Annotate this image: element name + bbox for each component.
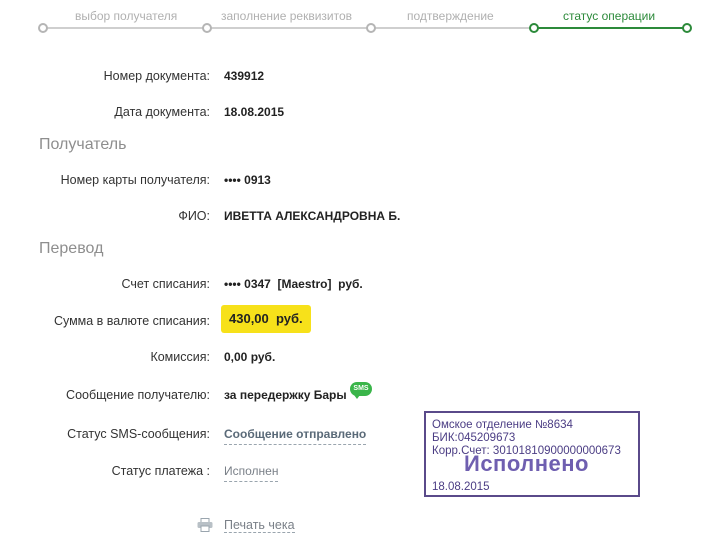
document-date-row: Дата документа: 18.08.2015 <box>0 102 721 122</box>
recipient-card-row: Номер карты получателя: •••• 0913 <box>0 170 721 190</box>
debit-account-row: Счет списания: •••• 0347 [Maestro] руб. <box>0 274 721 294</box>
step-dot <box>366 23 376 33</box>
recipient-card-label: Номер карты получателя: <box>60 173 210 187</box>
amount-label: Сумма в валюте списания: <box>53 314 210 328</box>
recipient-name-label: ФИО: <box>178 209 210 223</box>
stamp-date: 18.08.2015 <box>432 481 490 493</box>
recipient-card-value: •••• 0913 <box>224 173 271 187</box>
message-value: за передержку Бары <box>224 388 347 402</box>
recipient-section-title: Получатель <box>39 136 127 153</box>
sms-status-label: Статус SMS-сообщения: <box>67 427 210 441</box>
stamp-bik: БИК:045209673 <box>432 432 516 444</box>
document-number-row: Номер документа: 439912 <box>0 66 721 86</box>
message-label: Сообщение получателю: <box>66 388 210 402</box>
progress-track <box>43 27 534 29</box>
recipient-name-row: ФИО: ИВЕТТА АЛЕКСАНДРОВНА Б. <box>0 206 721 226</box>
fee-value: 0,00 руб. <box>224 350 276 364</box>
progress-track-active <box>534 27 686 29</box>
printer-icon <box>197 518 213 532</box>
payment-status-label: Статус платежа : <box>111 464 210 478</box>
document-date-value: 18.08.2015 <box>224 105 285 119</box>
transfer-section-title: Перевод <box>39 240 104 257</box>
step-dot-active <box>529 23 539 33</box>
stamp-branch: Омское отделение №8634 <box>432 419 573 431</box>
sms-icon: SMS <box>350 382 372 399</box>
step-dot <box>202 23 212 33</box>
fee-label: Комиссия: <box>150 350 210 364</box>
payment-status-link[interactable]: Исполнен <box>224 461 279 482</box>
sms-status-link[interactable]: Сообщение отправлено <box>224 424 367 445</box>
document-number-value: 439912 <box>224 69 265 83</box>
fee-row: Комиссия: 0,00 руб. <box>0 347 721 367</box>
amount-value: 430,00 руб. <box>221 305 311 333</box>
step-dot <box>38 23 48 33</box>
progress-steps: выбор получателя заполнение реквизитов п… <box>0 0 721 40</box>
document-date-label: Дата документа: <box>114 105 210 119</box>
step-dot-end <box>682 23 692 33</box>
debit-account-value: •••• 0347 [Maestro] руб. <box>224 277 363 291</box>
recipient-name-value: ИВЕТТА АЛЕКСАНДРОВНА Б. <box>224 209 401 223</box>
document-number-label: Номер документа: <box>103 69 210 83</box>
print-receipt-label[interactable]: Печать чека <box>224 518 295 533</box>
step-select-recipient: выбор получателя <box>75 9 178 23</box>
step-operation-status: статус операции <box>563 9 656 23</box>
step-fill-details: заполнение реквизитов <box>221 9 353 23</box>
bank-stamp: Омское отделение №8634 БИК:045209673 Кор… <box>424 411 640 497</box>
stamp-status: Исполнено <box>464 451 589 476</box>
message-row: Сообщение получателю: за передержку Бары… <box>0 382 721 405</box>
amount-row: Сумма в валюте списания: 430,00 руб. <box>0 305 721 333</box>
debit-account-label: Счет списания: <box>121 277 210 291</box>
step-confirmation: подтверждение <box>407 9 494 23</box>
